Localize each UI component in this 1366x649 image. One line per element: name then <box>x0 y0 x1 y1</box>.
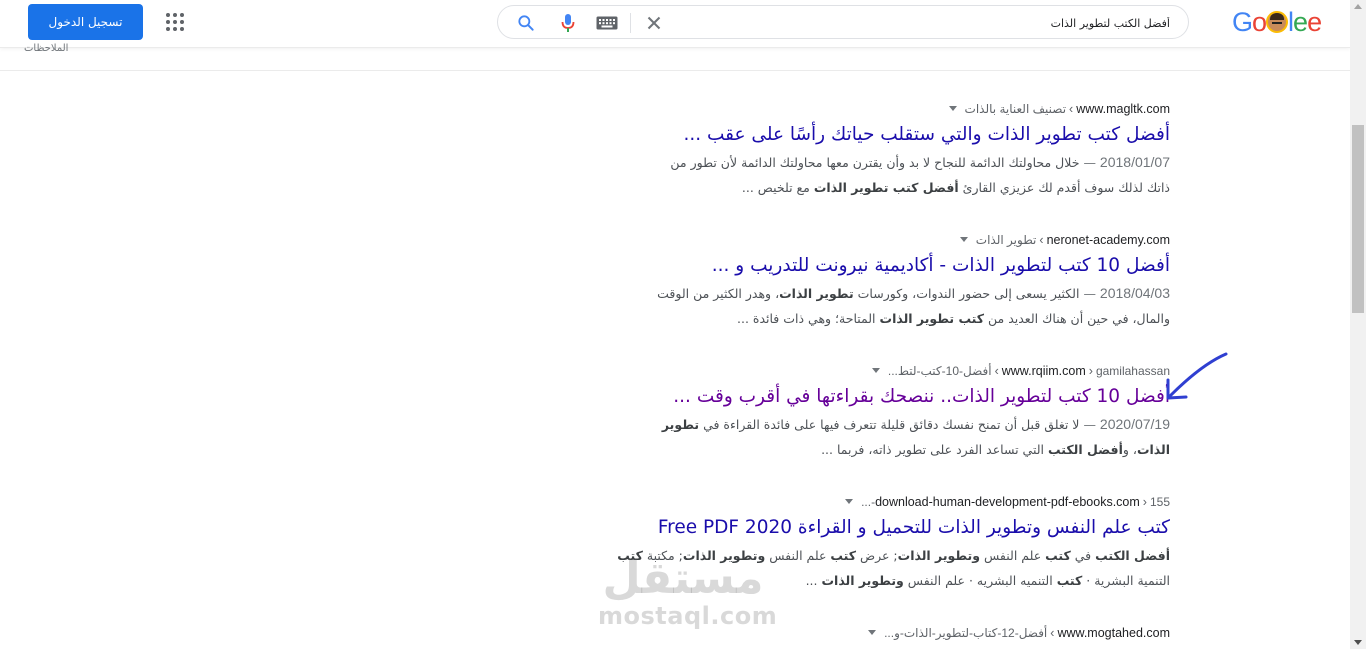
search-result: www.rqiim.com › gamilahassan›أفضل-10-كتب-ل… <box>580 362 1170 462</box>
doodle-face-icon <box>1266 11 1289 33</box>
scroll-down-icon[interactable] <box>1354 640 1362 645</box>
menu-caret-icon[interactable] <box>868 630 877 635</box>
clear-icon[interactable] <box>644 13 664 33</box>
scroll-up-icon[interactable] <box>1354 4 1362 9</box>
search-input[interactable] <box>690 13 1170 33</box>
result-snippet: 2018/04/03 — الكثير يسعى إلى حضور الندوا… <box>657 285 1170 326</box>
search-icon[interactable] <box>516 13 536 33</box>
menu-caret-icon[interactable] <box>871 368 880 373</box>
menu-caret-icon[interactable] <box>845 499 854 504</box>
result-cite[interactable]: neronet-academy.com›تطوير الذات <box>580 231 1170 249</box>
annotation-arrow-icon <box>1166 352 1228 400</box>
result-cite[interactable]: www.rqiim.com › gamilahassan›أفضل-10-كتب-ل… <box>580 362 1170 380</box>
result-title-link[interactable]: أفضل 10 كتب لتطوير الذات - أكاديمية نيرو… <box>580 252 1170 280</box>
search-box <box>497 5 1189 39</box>
search-result: neronet-academy.com›تطوير الذات أفضل 10 … <box>580 231 1170 331</box>
menu-caret-icon[interactable] <box>959 237 968 242</box>
result-title-link[interactable]: أفضل 10 كتب لتطوير الذات.. ننصحك بقراءته… <box>580 383 1170 411</box>
mic-icon[interactable] <box>560 13 576 33</box>
result-snippet: 2020/07/19 — لا تغلق قبل أن تمنح نفسك دق… <box>661 416 1170 457</box>
search-divider <box>630 13 631 33</box>
menu-caret-icon[interactable] <box>948 106 957 111</box>
google-logo[interactable]: Goleee <box>1232 4 1324 40</box>
top-header: تسجيل الدخول Goleee <box>0 0 1350 48</box>
keyboard-icon[interactable] <box>596 16 618 30</box>
tools-bar <box>0 48 1350 71</box>
result-cite[interactable]: download-human-development-pdf-ebooks.co… <box>580 493 1170 511</box>
page-scrollbar[interactable] <box>1350 0 1366 649</box>
search-result: www.magltk.com›تصنيف العناية بالذات أفضل… <box>580 100 1170 200</box>
scroll-thumb[interactable] <box>1352 125 1364 313</box>
watermark: مستقل mostaql.com <box>598 553 778 630</box>
result-title-link[interactable]: أفضل كتب تطوير الذات والتي ستقلب حياتك ر… <box>580 121 1170 149</box>
result-title-link[interactable]: كتب علم النفس وتطوير الذات للتحميل و الق… <box>580 514 1170 542</box>
apps-grid-icon[interactable] <box>166 13 184 31</box>
result-snippet: 2018/01/07 — خلال محاولتك الدائمة للنجاح… <box>670 154 1170 195</box>
sign-in-button[interactable]: تسجيل الدخول <box>28 4 143 40</box>
notes-link[interactable]: الملاحظات <box>24 43 68 54</box>
result-cite[interactable]: www.magltk.com›تصنيف العناية بالذات <box>580 100 1170 118</box>
